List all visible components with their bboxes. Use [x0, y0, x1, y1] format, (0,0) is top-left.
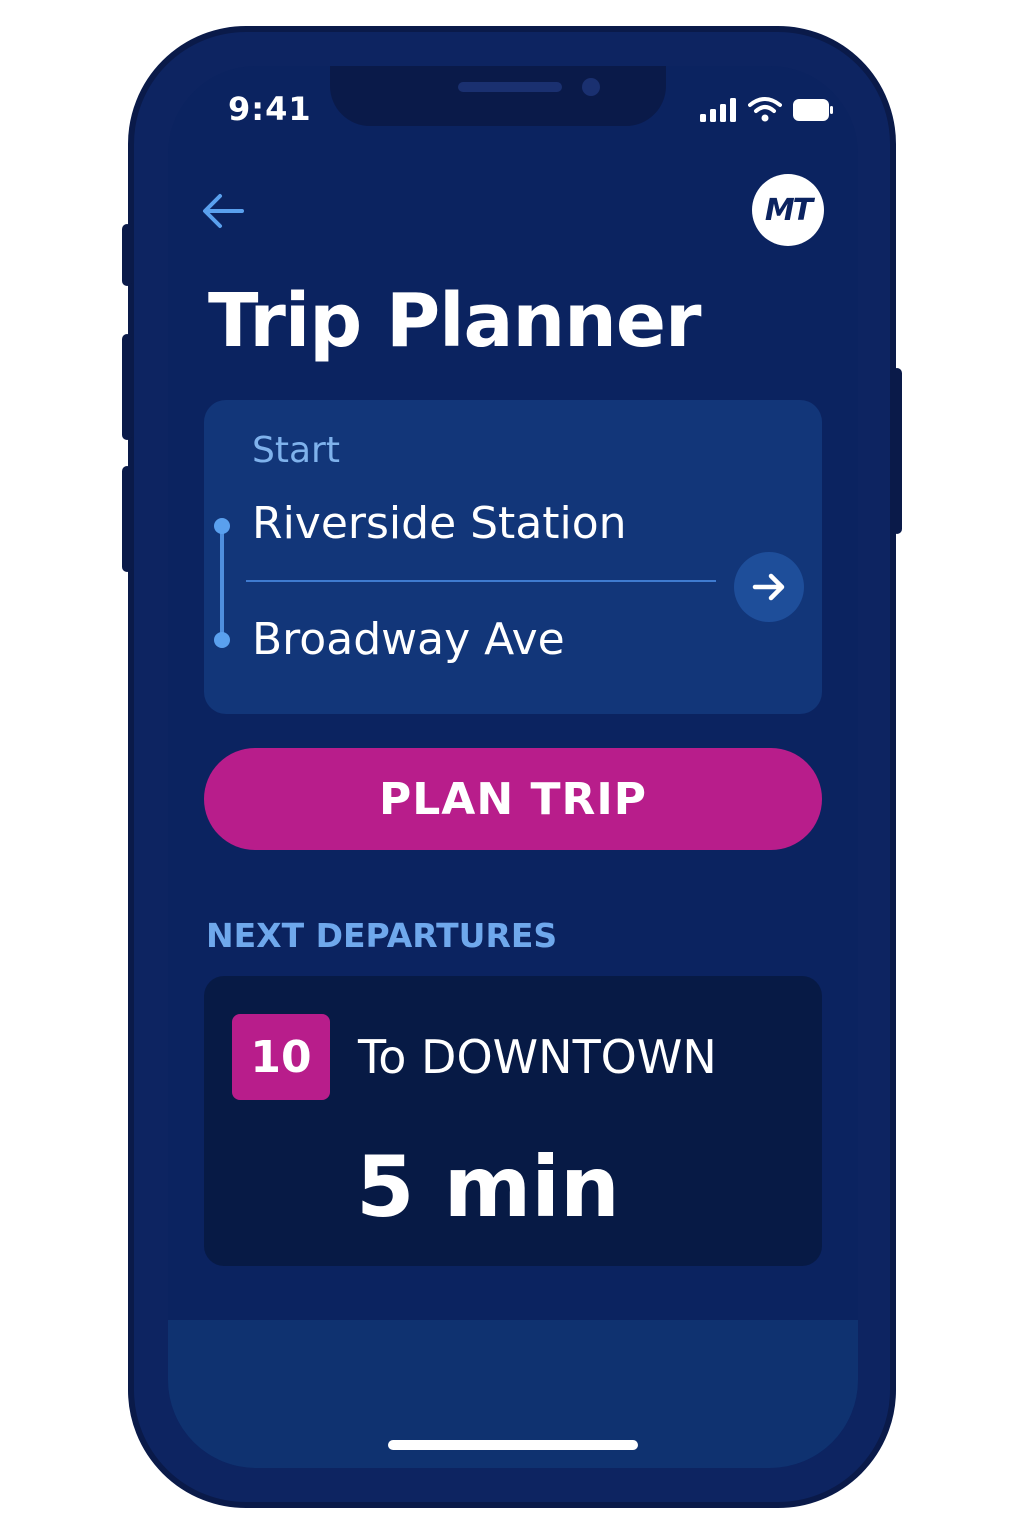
front-camera	[582, 78, 600, 96]
plan-trip-button[interactable]: PLAN TRIP	[204, 748, 822, 850]
route-card: Start Riverside Station Broadway Ave	[204, 400, 822, 714]
start-label: Start	[252, 430, 340, 471]
page-title: Trip Planner	[208, 278, 702, 364]
notch	[330, 66, 666, 126]
arrow-left-icon[interactable]	[198, 186, 248, 236]
mute-switch	[122, 224, 132, 286]
destination-dot	[214, 632, 230, 648]
status-time: 9:41	[228, 90, 312, 128]
app-logo: MT	[752, 174, 824, 246]
status-icons	[700, 96, 834, 122]
go-button[interactable]	[734, 552, 804, 622]
battery-icon	[793, 99, 833, 121]
signal-icon	[700, 98, 736, 122]
next-departures-label: NEXT DEPARTURES	[206, 916, 558, 955]
speaker-grille	[458, 82, 562, 92]
origin-field[interactable]: Riverside Station	[252, 498, 627, 549]
departure-destination: To DOWNTOWN	[358, 1030, 717, 1084]
origin-dot	[214, 518, 230, 534]
route-number-badge: 10	[232, 1014, 330, 1100]
departure-card[interactable]: 10 To DOWNTOWN 5 min	[204, 976, 822, 1266]
app-screen: 9:41 MT Trip Planner Start Riverside Sta…	[168, 66, 858, 1468]
power-button	[892, 368, 902, 534]
volume-down-button	[122, 466, 132, 572]
departure-eta: 5 min	[356, 1138, 620, 1236]
route-connector-line	[220, 526, 224, 640]
volume-up-button	[122, 334, 132, 440]
route-divider	[246, 580, 716, 582]
home-indicator[interactable]	[388, 1440, 638, 1450]
wifi-icon	[748, 97, 782, 122]
destination-field[interactable]: Broadway Ave	[252, 614, 565, 665]
arrow-right-icon	[752, 573, 785, 601]
